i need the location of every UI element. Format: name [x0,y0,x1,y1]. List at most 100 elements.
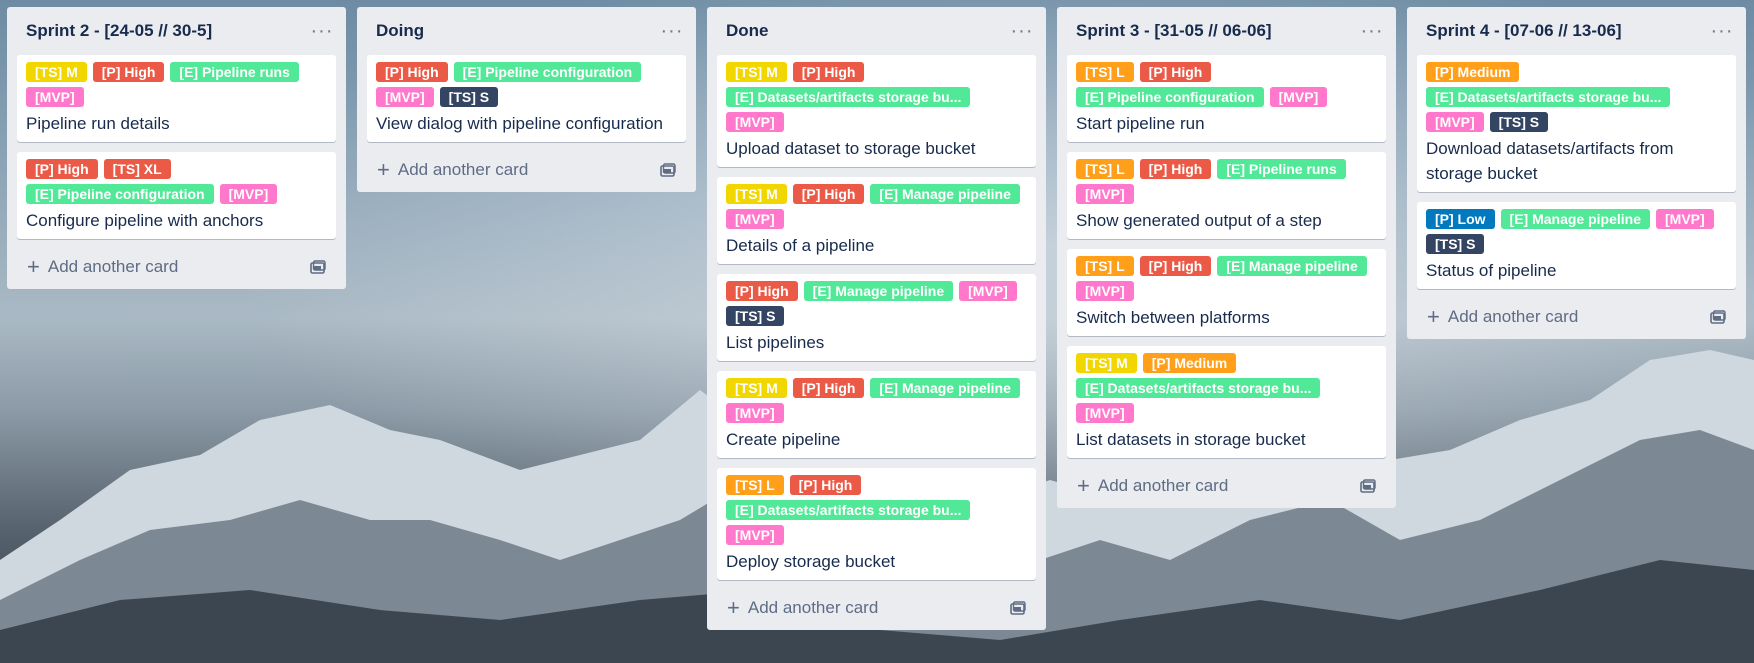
card-label[interactable]: [P] Medium [1142,353,1237,373]
card-label[interactable]: [E] Pipeline runs [170,62,299,82]
card-template-icon[interactable] [658,160,678,180]
list-4: Sprint 3 - [31-05 // 06-06] ··· [TS] L [P] … [1057,7,1396,508]
card-label[interactable]: [P] High [726,281,798,301]
card-label[interactable]: [E] Pipeline configuration [26,184,214,204]
card-label[interactable]: [MVP] [1076,403,1134,423]
card-label[interactable]: [E] Pipeline configuration [1076,87,1264,107]
card-label[interactable]: [P] Medium [1426,62,1520,82]
card-label[interactable]: [P] High [789,475,862,495]
card-labels: [TS] L [P] High [E] Datasets/artifacts sto… [726,475,1027,545]
card[interactable]: [TS] L [P] High [E] Datasets/artifacts sto… [717,468,1036,580]
card[interactable]: [P] High [E] Manage pipeline [MVP] [TS] S Li… [717,274,1036,361]
card-label[interactable]: [P] High [1139,62,1212,82]
list-menu-button[interactable]: ··· [1708,17,1736,45]
card[interactable]: [TS] M [P] Medium [E] Datasets/artifacts s… [1067,346,1386,458]
card[interactable]: [P] Medium [E] Datasets/artifacts storage… [1417,55,1736,192]
card-label[interactable]: [P] High [92,62,165,82]
card-label[interactable]: [E] Manage pipeline [1500,209,1651,229]
card-label[interactable]: [TS] L [1076,62,1134,82]
list-menu-button[interactable]: ··· [308,17,336,45]
card-label[interactable]: [P] High [792,378,865,398]
list-title[interactable]: Doing [376,21,424,41]
card[interactable]: [TS] M [P] High [E] Manage pipeline [MVP] Cr… [717,371,1036,458]
card[interactable]: [TS] M [P] High [E] Datasets/artifacts sto… [717,55,1036,167]
card-label[interactable]: [E] Datasets/artifacts storage bu... [1076,378,1321,398]
card-label[interactable]: [E] Manage pipeline [870,378,1020,398]
card-label[interactable]: [P] High [1139,159,1212,179]
card-label[interactable]: [P] High [26,159,98,179]
card-label[interactable]: [E] Datasets/artifacts storage bu... [726,87,971,107]
card[interactable]: [TS] L [P] High [E] Pipeline runs [MVP] Show… [1067,152,1386,239]
card-label[interactable]: [TS] L [1076,256,1134,276]
card-label[interactable]: [TS] M [726,62,787,82]
card-label[interactable]: [TS] L [726,475,784,495]
card-label[interactable]: [MVP] [959,281,1017,301]
card[interactable]: [TS] M [P] High [E] Manage pipeline [MVP] De… [717,177,1036,264]
card-label[interactable]: [P] High [1139,256,1212,276]
card-label[interactable]: [MVP] [726,525,784,545]
card-title: List datasets in storage bucket [1076,430,1306,449]
card-label[interactable]: [MVP] [219,184,278,204]
card-label[interactable]: [P] High [792,62,865,82]
add-card-button[interactable]: + Add another card [1067,468,1386,504]
card-labels: [TS] L [P] High [E] Pipeline runs [MVP] [1076,159,1377,204]
card-label[interactable]: [MVP] [1076,281,1134,301]
card-template-icon[interactable] [1008,598,1028,618]
list-menu-button[interactable]: ··· [658,17,686,45]
list-title[interactable]: Sprint 4 - [07-06 // 13-06] [1426,21,1622,41]
card-label[interactable]: [E] Pipeline configuration [453,62,642,82]
card-label[interactable]: [MVP] [726,209,784,229]
card[interactable]: [P] Low [E] Manage pipeline [MVP] [TS] S Sta… [1417,202,1736,289]
card-label[interactable]: [TS] S [1489,112,1549,132]
card-title: Configure pipeline with anchors [26,211,264,230]
card-label[interactable]: [TS] M [26,62,87,82]
add-card-button[interactable]: + Add another card [17,249,336,285]
card-label[interactable]: [E] Pipeline runs [1217,159,1346,179]
list-menu-button[interactable]: ··· [1008,17,1036,45]
card-label[interactable]: [TS] M [1076,353,1137,373]
card-label[interactable]: [P] High [792,184,865,204]
card-label[interactable]: [E] Datasets/artifacts storage bu... [1426,87,1671,107]
add-card-button[interactable]: + Add another card [717,590,1036,626]
list-title[interactable]: Sprint 2 - [24-05 // 30-5] [26,21,212,41]
card-label[interactable]: [MVP] [1076,184,1134,204]
add-card-button[interactable]: + Add another card [1417,299,1736,335]
card[interactable]: [P] High [E] Pipeline configuration [MVP][… [367,55,686,142]
card-label[interactable]: [TS] S [726,306,785,326]
card-label[interactable]: [TS] S [439,87,499,107]
card-template-icon[interactable] [1708,307,1728,327]
card-template-icon[interactable] [1358,476,1378,496]
card[interactable]: [TS] L [P] High [E] Pipeline configuration… [1067,55,1386,142]
card-label[interactable]: [MVP] [1656,209,1714,229]
card-label[interactable]: [MVP] [1269,87,1328,107]
card-label[interactable]: [E] Manage pipeline [870,184,1020,204]
card-label[interactable]: [TS] XL [103,159,171,179]
add-card-button[interactable]: + Add another card [367,152,686,188]
card-label[interactable]: [P] Low [1426,209,1495,229]
card-label[interactable]: [TS] L [1076,159,1134,179]
card-label[interactable]: [TS] S [1426,234,1485,254]
card-labels: [TS] M [P] High [E] Pipeline runs [MVP] [26,62,327,107]
list-menu-button[interactable]: ··· [1358,17,1386,45]
card-label[interactable]: [MVP] [1426,112,1484,132]
card-label[interactable]: [E] Manage pipeline [1217,256,1367,276]
card-label[interactable]: [MVP] [376,87,434,107]
card-label[interactable]: [TS] M [726,184,787,204]
card-label[interactable]: [E] Datasets/artifacts storage bu... [726,500,971,520]
card-labels: [P] High [TS] XL [E] Pipeline configuratio… [26,159,327,204]
card-label[interactable]: [P] High [376,62,448,82]
list-3: Done ··· [TS] M [P] High [E] Datasets/artifa… [707,7,1046,630]
card-label[interactable]: [E] Manage pipeline [803,281,954,301]
list-title[interactable]: Sprint 3 - [31-05 // 06-06] [1076,21,1272,41]
card-template-icon[interactable] [308,257,328,277]
card[interactable]: [P] High [TS] XL [E] Pipeline configuratio… [17,152,336,239]
card-label[interactable]: [MVP] [726,112,784,132]
card-labels: [TS] M [P] High [E] Manage pipeline [MVP] [726,378,1027,423]
card-label[interactable]: [MVP] [726,403,784,423]
card-label[interactable]: [MVP] [26,87,84,107]
list-title[interactable]: Done [726,21,769,41]
card[interactable]: [TS] M [P] High [E] Pipeline runs [MVP] Pipe… [17,55,336,142]
card-label[interactable]: [TS] M [726,378,787,398]
card-title: List pipelines [726,333,825,352]
card[interactable]: [TS] L [P] High [E] Manage pipeline [MVP] Sw… [1067,249,1386,336]
